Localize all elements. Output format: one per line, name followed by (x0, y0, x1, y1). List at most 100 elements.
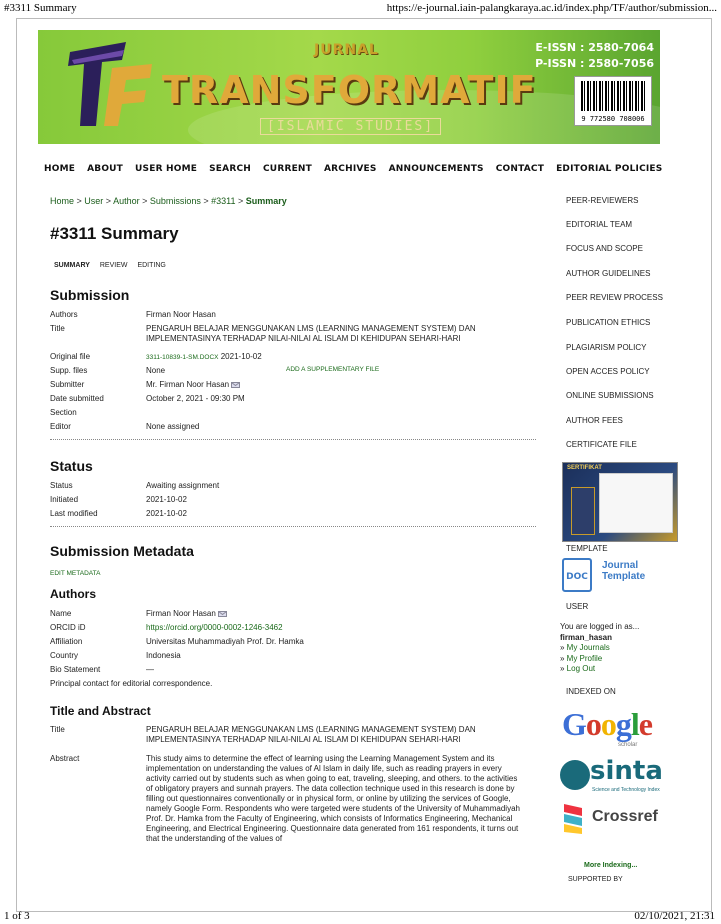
print-page-number: 1 of 3 (4, 910, 30, 922)
nav-search[interactable]: SEARCH (209, 164, 251, 182)
banner-journal-name: TRANSFORMATIF (162, 68, 537, 112)
user-block: You are logged in as... firman_hasan » M… (560, 622, 639, 675)
google-scholar-logo[interactable]: Google scholar (562, 706, 653, 748)
nav-contact[interactable]: CONTACT (496, 164, 544, 182)
sidebar-link-editorial-team[interactable]: EDITORIAL TEAM (566, 220, 632, 229)
breadcrumb-separator: > (139, 196, 150, 206)
sidebar-link-peer-review-process[interactable]: PEER REVIEW PROCESS (566, 293, 663, 302)
add-supp-file-link[interactable]: ADD A SUPPLEMENTARY FILE (286, 365, 379, 375)
sidebar-link-certificate-file[interactable]: CERTIFICATE FILE (566, 440, 637, 449)
breadcrumb-submissions[interactable]: Submissions (150, 196, 201, 206)
print-title: #3311 Summary (4, 2, 77, 14)
user-link-row: » My Journals (560, 643, 610, 652)
google-letter: g (615, 706, 632, 742)
principal-contact-note: Principal contact for editorial correspo… (50, 679, 213, 688)
page-title: #3311 Summary (50, 224, 179, 243)
indexed-on-heading: INDEXED ON (566, 687, 616, 696)
breadcrumb-author[interactable]: Author (113, 196, 140, 206)
submission-tabs: SUMMARY REVIEW EDITING (54, 262, 174, 269)
divider (50, 526, 536, 527)
submitter-label: Submitter (50, 380, 85, 389)
sidebar-link-author-guidelines[interactable]: AUTHOR GUIDELINES (566, 269, 650, 278)
original-file-value: 3311-10839-1-SM.DOCX 2021-10-02 (146, 352, 536, 363)
journal-template-link[interactable]: Journal Template (602, 560, 645, 582)
breadcrumb-separator: > (235, 196, 246, 206)
bio-value: — (146, 665, 154, 674)
name-value: Firman Noor Hasan (146, 609, 536, 619)
supp-files-none: None (146, 366, 166, 375)
user-link-row: » Log Out (560, 664, 596, 673)
google-scholar-sub: scholar (618, 742, 638, 748)
banner-jurnal: JURNAL (314, 42, 379, 58)
more-indexing-link[interactable]: More Indexing... (584, 862, 637, 869)
nav-home[interactable]: HOME (44, 164, 75, 182)
tab-summary[interactable]: SUMMARY (54, 262, 90, 269)
nav-user-home[interactable]: USER HOME (135, 164, 197, 182)
sinta-logo[interactable]: sinta Science and Technology Index (560, 756, 680, 796)
certificate-image[interactable]: SERTIFIKAT (562, 462, 678, 542)
sinta-wordmark: sinta (590, 756, 663, 786)
title-label: Title (50, 324, 65, 333)
sidebar-link-online-submissions[interactable]: ONLINE SUBMISSIONS (566, 391, 654, 400)
logged-in-text: You are logged in as... (560, 622, 640, 631)
sidebar-link-open-access-policy[interactable]: OPEN ACCES POLICY (566, 367, 650, 376)
orcid-label: ORCID iD (50, 623, 86, 632)
affiliation-label: Affiliation (50, 637, 83, 646)
breadcrumb-user[interactable]: User (84, 196, 103, 206)
initiated-label: Initiated (50, 495, 79, 504)
email-icon[interactable] (218, 610, 228, 617)
log-out-link[interactable]: Log Out (567, 664, 595, 673)
sidebar-link-focus-scope[interactable]: FOCUS AND SCOPE (566, 244, 643, 253)
sidebar-link-author-fees[interactable]: AUTHOR FEES (566, 416, 623, 425)
google-letter: e (638, 706, 653, 742)
nav-current[interactable]: CURRENT (263, 164, 312, 182)
breadcrumb-submission-id[interactable]: #3311 (211, 196, 235, 206)
google-letter: G (562, 706, 587, 742)
authors-label: Authors (50, 310, 78, 319)
abstract-text: This study aims to determine the effect … (146, 754, 520, 843)
editor-value: None assigned (146, 422, 200, 431)
user-heading: USER (566, 602, 589, 611)
last-modified-value: 2021-10-02 (146, 509, 187, 518)
breadcrumb-separator: > (103, 196, 114, 206)
sidebar-link-publication-ethics[interactable]: PUBLICATION ETHICS (566, 318, 650, 327)
email-icon[interactable] (231, 381, 241, 388)
orcid-link[interactable]: https://orcid.org/0000-0002-1246-3462 (146, 623, 536, 633)
section-label: Section (50, 408, 77, 417)
journal-template-line2: Template (602, 571, 646, 582)
nav-announcements[interactable]: ANNOUNCEMENTS (389, 164, 484, 182)
breadcrumb-home[interactable]: Home (50, 196, 74, 206)
supp-files-value: None ADD A SUPPLEMENTARY FILE (146, 366, 536, 376)
eissn: E-ISSN : 2580-7064 (535, 41, 654, 54)
status-label: Status (50, 481, 73, 490)
my-journals-link[interactable]: My Journals (567, 643, 610, 652)
name-label: Name (50, 609, 72, 618)
submitter-value: Mr. Firman Noor Hasan (146, 380, 536, 390)
bio-label: Bio Statement (50, 665, 101, 674)
editor-label: Editor (50, 422, 71, 431)
nav-archives[interactable]: ARCHIVES (324, 164, 377, 182)
affiliation-value: Universitas Muhammadiyah Prof. Dr. Hamka (146, 637, 304, 646)
breadcrumb-separator: > (74, 196, 85, 206)
tab-review[interactable]: REVIEW (100, 262, 128, 269)
nav-about[interactable]: ABOUT (87, 164, 123, 182)
original-file-link[interactable]: 3311-10839-1-SM.DOCX (146, 354, 219, 361)
supported-by-heading: SUPPORTED BY (568, 876, 623, 882)
certificate-label: SERTIFIKAT (567, 465, 602, 471)
author-name: Firman Noor Hasan (146, 609, 216, 618)
my-profile-link[interactable]: My Profile (567, 654, 603, 663)
doc-icon[interactable]: DOC (562, 558, 592, 592)
section-metadata-heading: Submission Metadata (50, 543, 194, 559)
edit-metadata-link[interactable]: EDIT METADATA (50, 570, 100, 577)
nav-editorial-policies[interactable]: EDITORIAL POLICIES (556, 164, 662, 182)
tab-editing[interactable]: EDITING (137, 262, 165, 269)
pissn: P-ISSN : 2580-7056 (535, 57, 654, 70)
meta-title-label: Title (50, 725, 65, 734)
sidebar-link-peer-reviewers[interactable]: PEER-REVIEWERS (566, 196, 638, 205)
sidebar-link-plagiarism-policy[interactable]: PLAGIARISM POLICY (566, 343, 646, 352)
sinta-subtitle: Science and Technology Index (592, 787, 660, 793)
submitter-name: Mr. Firman Noor Hasan (146, 380, 230, 389)
crossref-logo[interactable]: Crossref (562, 800, 682, 840)
main-nav: HOME ABOUT USER HOME SEARCH CURRENT ARCH… (44, 164, 674, 182)
status-value: Awaiting assignment (146, 481, 220, 490)
